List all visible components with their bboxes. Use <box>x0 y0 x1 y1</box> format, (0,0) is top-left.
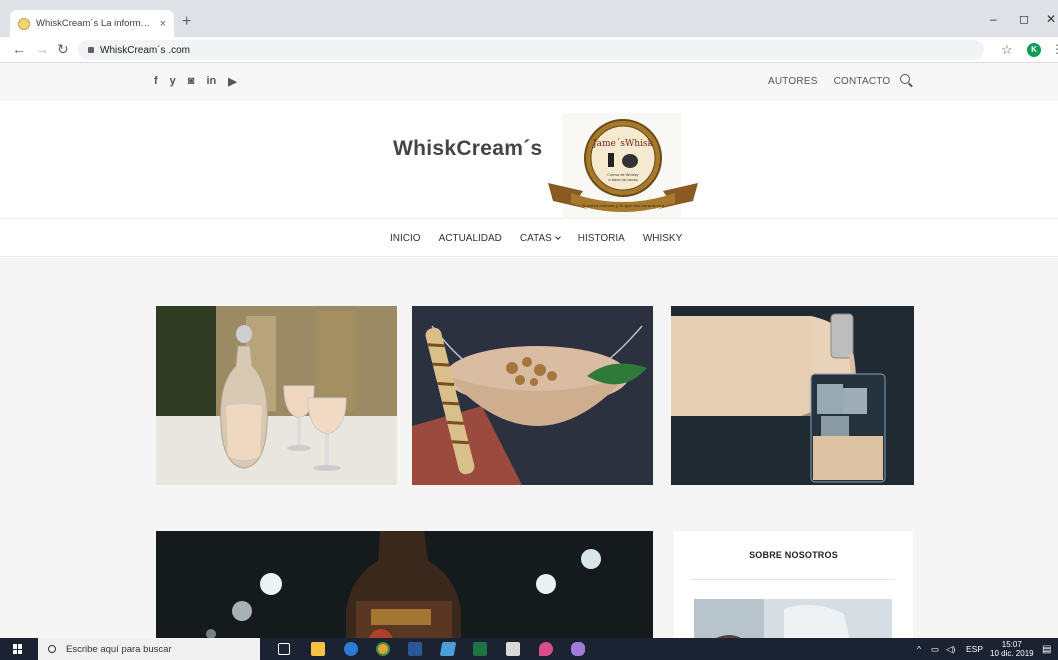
browser-tab-strip: WhiskCream´s La información para × + – ◻… <box>0 0 1058 37</box>
search-icon[interactable] <box>900 74 910 84</box>
word-icon[interactable] <box>408 642 422 656</box>
excel-icon[interactable] <box>473 642 487 656</box>
logo-ribbon-text: Nuestra esencia y lo que nos caracteriza <box>581 203 665 208</box>
close-window-button[interactable]: ✕ <box>1046 12 1056 26</box>
sidebar-widget-sobre-nosotros: SOBRE NOSOTROS <box>674 531 913 638</box>
reload-icon[interactable]: ↻ <box>57 41 69 57</box>
taskbar-search-box[interactable]: Escribe aquí para buscar <box>38 638 260 660</box>
taskbar-search-icon <box>48 645 56 653</box>
twitter-icon[interactable]: y <box>170 75 176 88</box>
nav-item-catas[interactable]: CATAS <box>519 233 561 244</box>
browser-tab-active[interactable]: WhiskCream´s La información para × <box>10 10 174 37</box>
social-links: f y ◙ in ▶ <box>154 75 237 88</box>
volume-icon[interactable]: ◁) <box>946 644 955 655</box>
tray-chevron-up-icon[interactable]: ^ <box>917 644 921 654</box>
logo-line2: a base de cacao <box>608 178 637 182</box>
new-tab-button[interactable]: + <box>182 14 191 30</box>
photos-icon[interactable] <box>506 642 520 656</box>
link-autores[interactable]: AUTORES <box>768 76 818 87</box>
address-bar[interactable]: WhiskCream´s .com <box>78 40 984 60</box>
site-header: WhiskCream´s Jame´sWhisk Crema de Whisky… <box>0 101 1058 219</box>
link-contacto[interactable]: CONTACTO <box>834 76 891 87</box>
task-view-icon[interactable] <box>278 643 290 655</box>
nav-links: INICIO ACTUALIDAD CATAS HISTORIA WHISKY <box>390 233 682 244</box>
jameswhisk-logo[interactable]: Jame´sWhisk Crema de Whisky a base de ca… <box>543 113 703 225</box>
back-arrow-icon[interactable]: ← <box>12 41 26 57</box>
sidebar-divider <box>690 579 895 580</box>
main-navigation: INICIO ACTUALIDAD CATAS HISTORIA WHISKY <box>0 219 1058 257</box>
site-top-bar: f y ◙ in ▶ AUTORES CONTACTO <box>0 63 1058 101</box>
paint-icon[interactable] <box>571 642 585 656</box>
nav-item-catas-label: CATAS <box>519 233 552 244</box>
notes-app-icon[interactable] <box>439 642 457 656</box>
nav-item-actualidad[interactable]: ACTUALIDAD <box>439 233 502 244</box>
content-area: SOBRE NOSOTROS <box>0 258 1058 638</box>
windows-taskbar: Escribe aquí para buscar ^ ▭ ◁) ESP 15:0… <box>0 638 1058 660</box>
facebook-icon[interactable]: f <box>154 75 158 88</box>
instagram-icon[interactable]: ◙ <box>188 75 195 88</box>
post-card-image-dessert[interactable] <box>412 306 653 485</box>
language-indicator[interactable]: ESP <box>966 644 983 654</box>
logo-title: Jame´sWhisk <box>592 138 653 149</box>
featured-post-image[interactable] <box>156 531 653 638</box>
post-card-image-decanter[interactable] <box>156 306 397 485</box>
lock-icon <box>88 47 94 53</box>
top-links: AUTORES CONTACTO <box>768 76 890 87</box>
site-brand-title[interactable]: WhiskCream´s <box>393 137 542 161</box>
taskbar-search-placeholder: Escribe aquí para buscar <box>66 643 172 655</box>
bookmark-star-icon[interactable]: ☆ <box>1001 42 1013 58</box>
url-text: WhiskCream´s .com <box>100 44 191 56</box>
nav-item-historia[interactable]: HISTORIA <box>578 233 625 244</box>
linkedin-icon[interactable]: in <box>206 75 216 88</box>
nav-item-whisky[interactable]: WHISKY <box>643 233 682 244</box>
maps-icon[interactable] <box>539 642 553 656</box>
site-favicon-icon <box>18 17 30 30</box>
network-icon[interactable]: ▭ <box>931 644 939 655</box>
browser-toolbar: ← → ↻ WhiskCream´s .com ☆ K ⋮ <box>0 37 1058 63</box>
clock-time: 15:07 <box>1001 640 1022 649</box>
notifications-icon[interactable]: ▤ <box>1042 644 1051 655</box>
edge-browser-icon[interactable] <box>344 642 358 656</box>
restore-button[interactable]: ◻ <box>1019 12 1029 26</box>
chrome-icon[interactable] <box>376 642 390 656</box>
tab-close-icon[interactable]: × <box>160 18 166 30</box>
chevron-down-icon <box>554 234 561 240</box>
browser-menu-icon[interactable]: ⋮ <box>1051 42 1058 56</box>
sidebar-title: SOBRE NOSOTROS <box>749 550 838 560</box>
taskbar-clock[interactable]: 15:07 10 dic. 2019 <box>990 640 1034 658</box>
clock-date: 10 dic. 2019 <box>990 649 1034 658</box>
post-card-image-pouring[interactable] <box>671 306 914 485</box>
logo-line1: Crema de Whisky <box>607 173 639 177</box>
sidebar-image[interactable] <box>694 599 892 638</box>
youtube-icon[interactable]: ▶ <box>228 75 236 88</box>
profile-avatar[interactable]: K <box>1027 43 1041 57</box>
nav-item-inicio[interactable]: INICIO <box>390 233 421 244</box>
tab-title: WhiskCream´s La información para <box>36 18 154 29</box>
file-explorer-icon[interactable] <box>311 642 325 656</box>
minimize-button[interactable]: – <box>990 12 997 26</box>
forward-arrow-icon[interactable]: → <box>35 41 49 57</box>
windows-start-icon[interactable] <box>13 644 23 654</box>
